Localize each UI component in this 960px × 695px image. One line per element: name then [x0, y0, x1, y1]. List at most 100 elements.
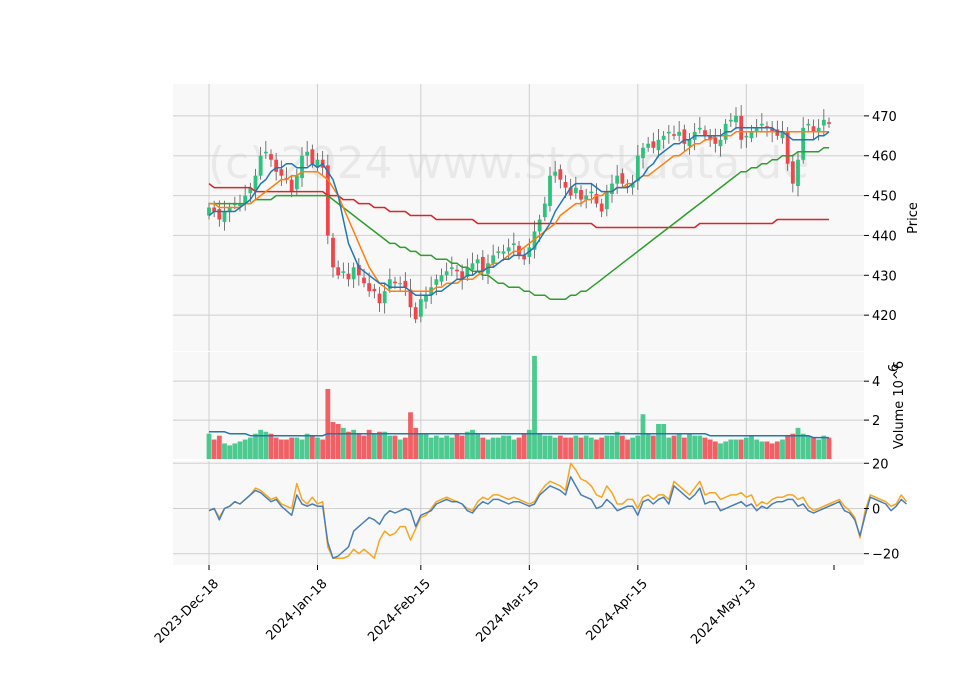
candle-body: [656, 139, 661, 151]
candle-body: [480, 256, 485, 272]
y-tick-label: −20: [872, 548, 899, 563]
volume-bar: [418, 433, 424, 459]
volume-axis-label: Volume 10^6: [892, 361, 907, 449]
candle-body: [455, 269, 459, 272]
y-tick-label: 2: [872, 414, 880, 429]
volume-bar: [330, 422, 336, 459]
candle-body: [331, 237, 335, 268]
volume-bar: [583, 435, 589, 459]
volume-bar: [578, 437, 584, 459]
candle-body: [413, 307, 418, 320]
candle-body: [604, 191, 609, 210]
candle-body: [672, 134, 676, 136]
volume-bar: [521, 433, 527, 459]
candle-body: [351, 267, 356, 280]
candle-body: [258, 155, 263, 176]
candle-body: [418, 299, 423, 317]
volume-bar: [656, 423, 661, 459]
candle-body: [790, 161, 795, 184]
volume-bar: [759, 441, 765, 459]
candle-body: [558, 169, 563, 180]
candle-body: [372, 288, 377, 292]
volume-bar: [738, 439, 744, 459]
volume-bar: [413, 427, 419, 459]
candle-body: [393, 281, 397, 284]
candle-body: [759, 123, 764, 126]
volume-bar: [588, 437, 594, 459]
candle-body: [325, 165, 330, 236]
candle-body: [703, 130, 707, 136]
candle-body: [744, 135, 749, 138]
candle-body: [806, 123, 811, 126]
volume-bar: [749, 435, 754, 459]
candle-body: [398, 283, 403, 285]
volume-bar: [428, 437, 434, 459]
volume-bar: [733, 439, 739, 459]
volume-bar: [315, 437, 320, 459]
volume-bar: [397, 439, 403, 459]
candle-body: [346, 273, 351, 280]
volume-bar: [371, 433, 377, 459]
candle-body: [666, 131, 671, 134]
candle-body: [563, 182, 568, 188]
volume-bar: [273, 437, 279, 459]
volume-bar: [475, 433, 481, 459]
volume-bar: [309, 435, 315, 459]
volume-bar: [444, 435, 450, 459]
volume-bar: [340, 427, 346, 459]
candle-body: [367, 283, 372, 292]
volume-bar: [671, 435, 677, 459]
candle-body: [341, 271, 346, 273]
volume-bar: [630, 437, 636, 459]
candle-body: [537, 219, 542, 232]
y-tick-label: 4: [872, 375, 880, 390]
volume-bar: [769, 443, 775, 459]
candle-body: [615, 175, 620, 184]
candle-body: [579, 190, 583, 200]
y-tick-label: 470: [872, 110, 897, 125]
volume-bar: [501, 435, 506, 459]
candle-body: [548, 175, 552, 206]
volume-bar: [650, 435, 656, 459]
volume-bar: [459, 435, 465, 459]
volume-bar: [795, 427, 801, 459]
candle-body: [403, 280, 408, 288]
volume-bar: [532, 355, 537, 459]
candle-body: [542, 203, 547, 218]
volume-bar: [299, 439, 305, 459]
candle-body: [821, 119, 826, 126]
volume-bar: [454, 433, 460, 459]
price-axis-label: Price: [906, 202, 921, 234]
volume-bar: [408, 412, 413, 459]
volume-bar: [780, 439, 785, 459]
candle-body: [713, 137, 718, 144]
volume-bar: [557, 435, 563, 459]
volume-bar: [542, 435, 548, 459]
candle-body: [718, 139, 723, 147]
candle-body: [734, 115, 738, 123]
volume-bar: [594, 439, 599, 459]
volume-bar: [687, 433, 692, 459]
volume-bar: [247, 437, 253, 459]
volume-bar: [712, 441, 718, 459]
candle-body: [728, 119, 733, 122]
volume-bar: [480, 437, 486, 459]
candle-body: [294, 175, 299, 190]
candle-body: [444, 271, 449, 276]
volume-bar: [289, 437, 295, 459]
volume-bar: [356, 433, 362, 459]
candle-body: [661, 135, 666, 140]
stock-chart-svg: (c) 2024 www.stockdata.de 2023-Dec-18 202…: [152, 84, 921, 648]
volume-bar: [692, 435, 698, 459]
volume-bar: [268, 433, 274, 459]
volume-bar: [211, 439, 217, 459]
volume-bar: [800, 433, 806, 459]
volume-bar: [635, 435, 641, 459]
candle-body: [610, 183, 614, 194]
volume-bar: [423, 433, 429, 459]
y-tick-label: 450: [872, 190, 897, 205]
volume-bar: [325, 388, 331, 459]
candle-body: [439, 275, 444, 282]
candle-body: [377, 293, 382, 304]
volume-bar: [216, 435, 222, 459]
